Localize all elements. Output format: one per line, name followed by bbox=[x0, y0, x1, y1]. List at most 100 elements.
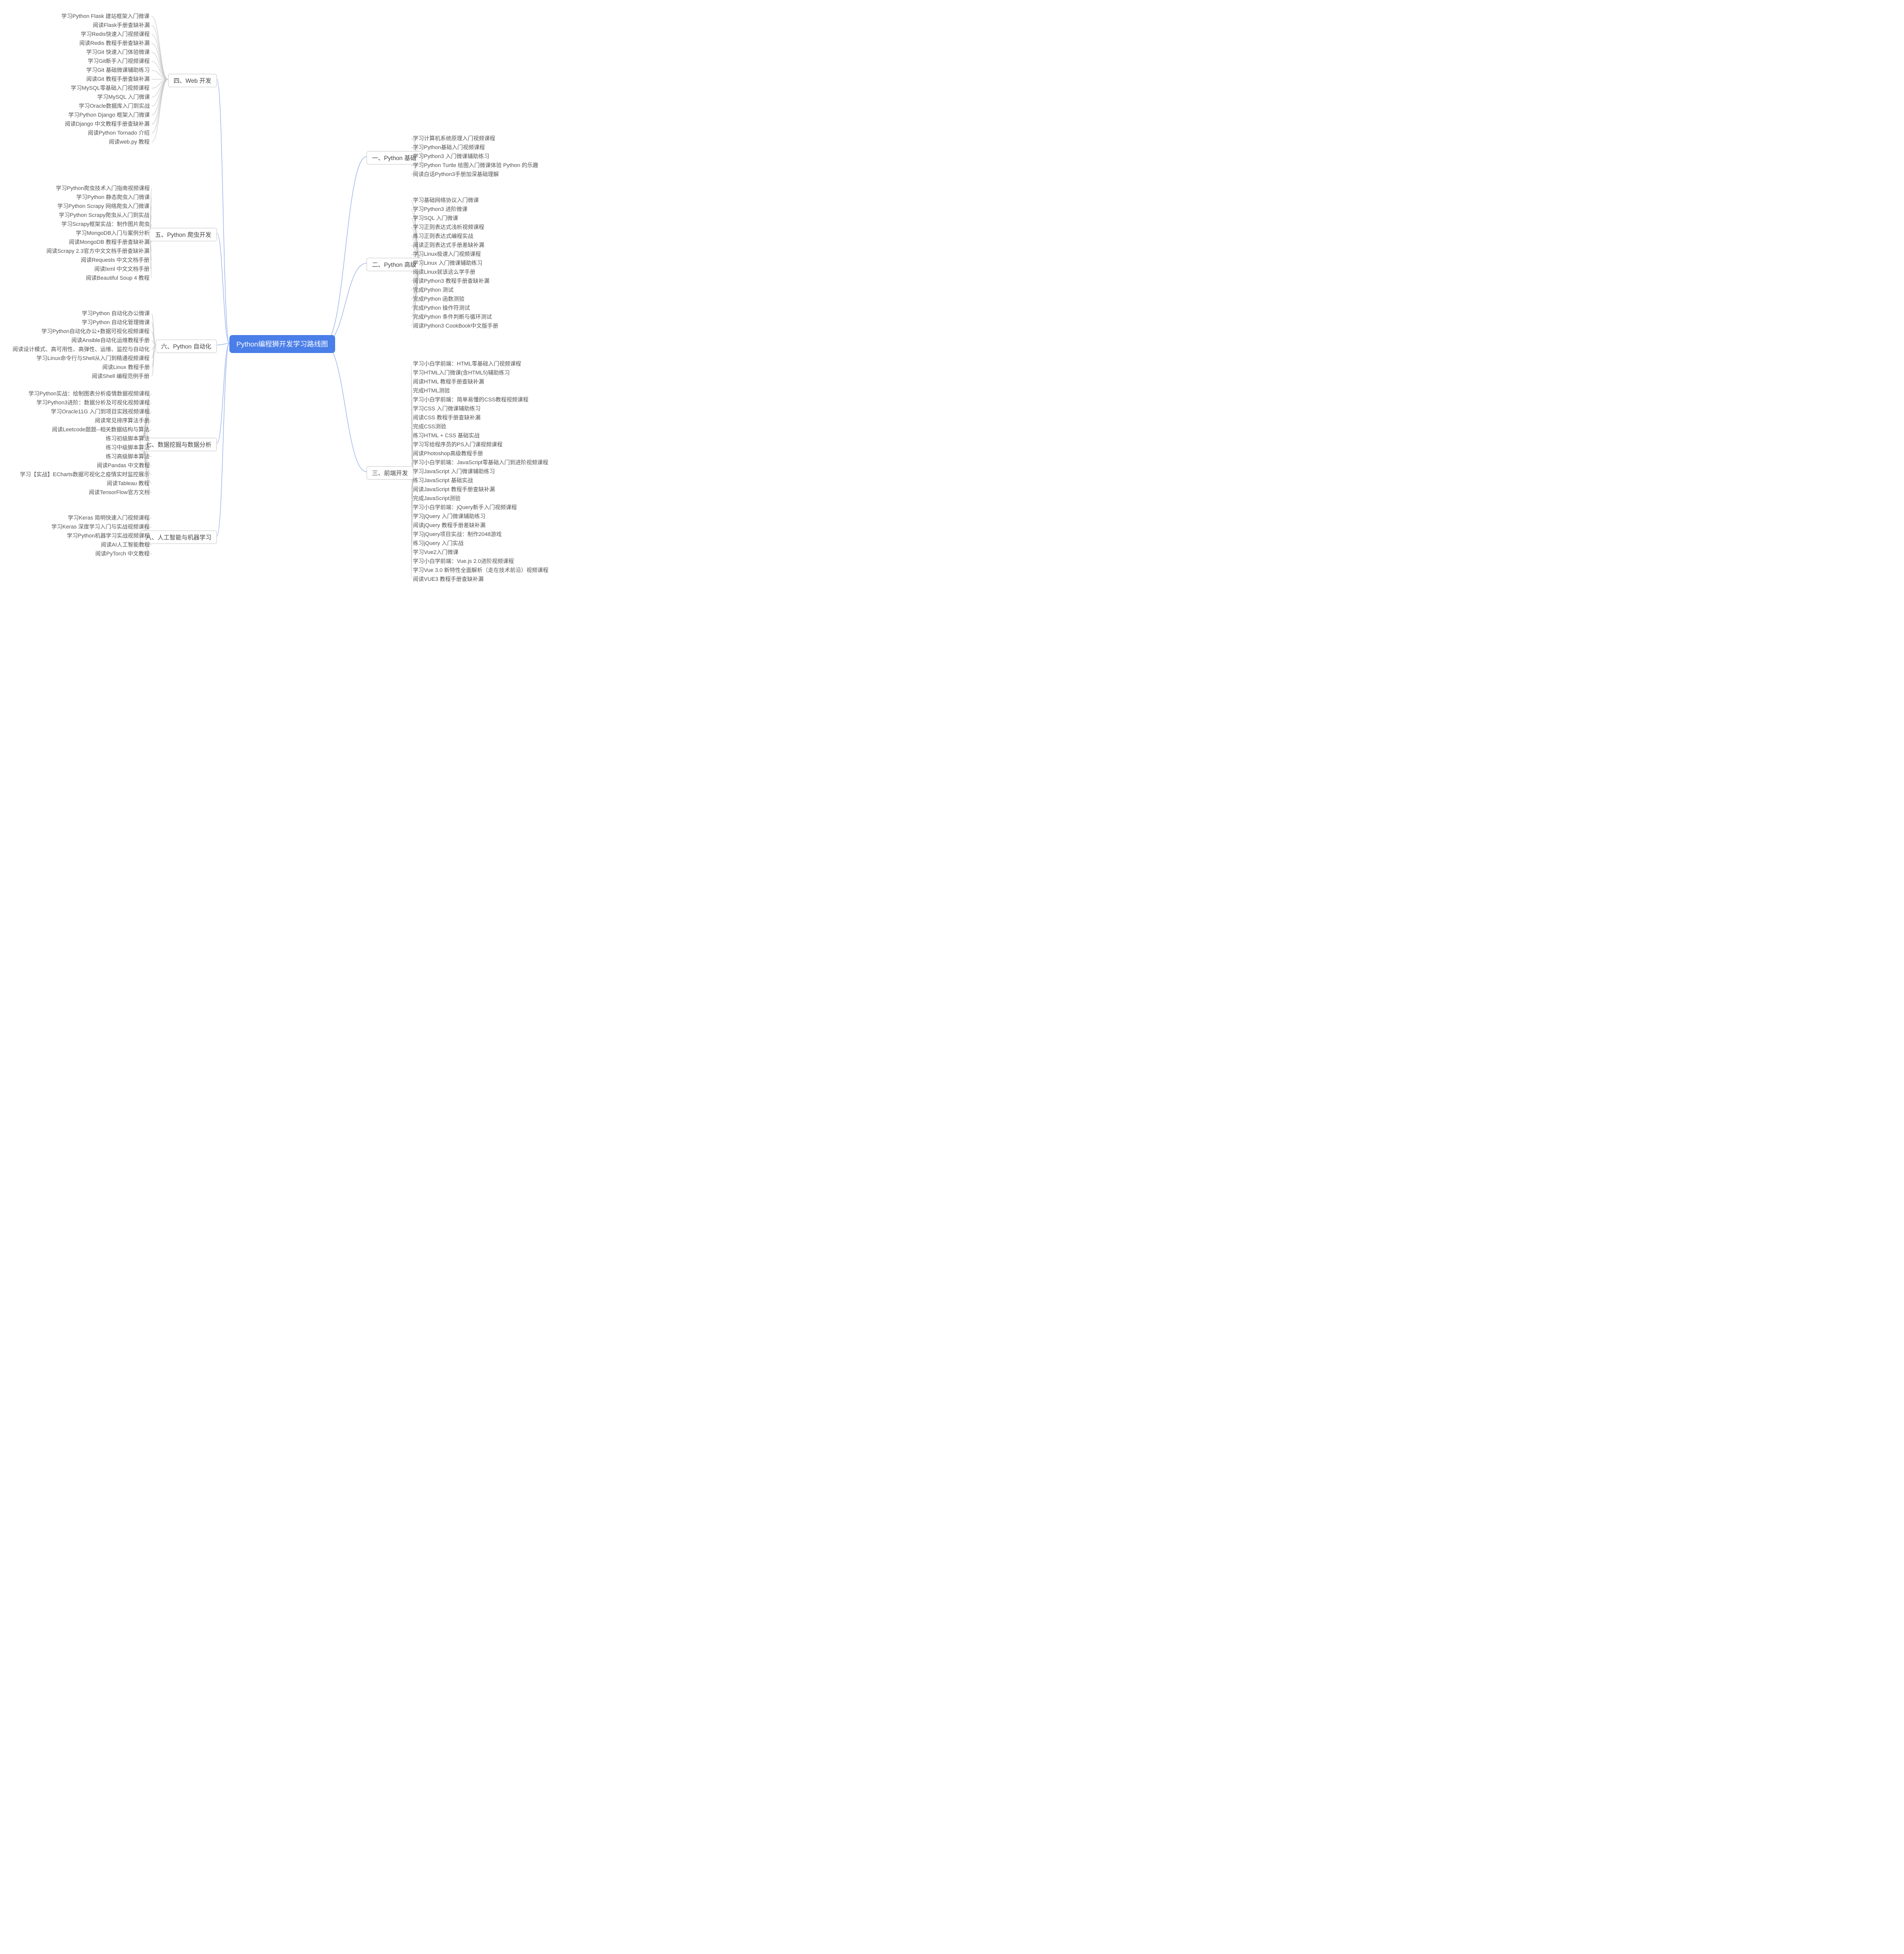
leaf-node[interactable]: 学习Python自动化办公+数据可视化视频课程 bbox=[41, 328, 150, 335]
leaf-node[interactable]: 阅读白话Python3手册加深基础理解 bbox=[413, 171, 499, 178]
leaf-node[interactable]: 阅读Redis 教程手册查缺补漏 bbox=[79, 40, 150, 47]
leaf-node[interactable]: 阅读Scrapy 2.3官方中文文档手册查缺补漏 bbox=[46, 248, 150, 255]
leaf-node[interactable]: 阅读MongoDB 教程手册查缺补漏 bbox=[69, 239, 150, 246]
leaf-node[interactable]: 阅读VUE3 教程手册查缺补漏 bbox=[413, 576, 484, 583]
leaf-node[interactable]: 阅读Leetcode题题--相关数据结构与算法 bbox=[52, 426, 150, 433]
leaf-node[interactable]: 学习Redis快速入门视频课程 bbox=[81, 31, 150, 38]
leaf-node[interactable]: 学习Keras 深度学习入门与实战视频课程 bbox=[51, 524, 150, 531]
leaf-node[interactable]: 学习MySQL零基础入门视频课程 bbox=[71, 85, 150, 92]
leaf-node[interactable]: 阅读Beautiful Soup 4 教程 bbox=[86, 275, 150, 282]
leaf-node[interactable]: 阅读Linux 教程手册 bbox=[102, 364, 150, 371]
leaf-node[interactable]: 学习小白学前端：HTML零基础入门视频课程 bbox=[413, 360, 521, 367]
leaf-node[interactable]: 完成HTML测验 bbox=[413, 387, 450, 394]
leaf-node[interactable]: 阅读Ansible自动化运维教程手册 bbox=[71, 337, 150, 344]
leaf-node[interactable]: 学习Keras 简明快速入门视频课程 bbox=[68, 515, 150, 522]
leaf-node[interactable]: 完成JavaScript测验 bbox=[413, 495, 460, 502]
leaf-node[interactable]: 学习Linux 入门微课辅助练习 bbox=[413, 260, 482, 267]
leaf-node[interactable]: 学习Linux命令行与Shell从入门到精通视频课程 bbox=[36, 355, 150, 362]
leaf-node[interactable]: 学习SQL 入门微课 bbox=[413, 215, 458, 222]
leaf-node[interactable]: 阅读web.py 教程 bbox=[109, 139, 150, 146]
leaf-node[interactable]: 学习Python3 入门微课辅助练习 bbox=[413, 153, 489, 160]
leaf-node[interactable]: 学习Python实战：绘制图表分析疫情数据视频课程 bbox=[28, 390, 150, 397]
leaf-node[interactable]: 学习Git 快速入门体验微课 bbox=[86, 49, 150, 56]
leaf-node[interactable]: 阅读HTML 教程手册查缺补漏 bbox=[413, 378, 484, 385]
leaf-node[interactable]: 学习Python 自动化办公微课 bbox=[82, 310, 150, 317]
leaf-node[interactable]: 阅读Photoshop高级教程手册 bbox=[413, 450, 483, 457]
leaf-node[interactable]: 练习初级脚本算法 bbox=[106, 435, 150, 442]
leaf-node[interactable]: 阅读lxml 中文文档手册 bbox=[94, 266, 150, 273]
leaf-node[interactable]: 阅读JavaScript 教程手册查缺补漏 bbox=[413, 486, 495, 493]
leaf-node[interactable]: 学习Vue2入门微课 bbox=[413, 549, 458, 556]
leaf-node[interactable]: 阅读Linux就该这么学手册 bbox=[413, 269, 475, 276]
leaf-node[interactable]: 练习jQuery 入门实战 bbox=[413, 540, 463, 547]
branch-l7[interactable]: 七、数据挖掘与数据分析 bbox=[140, 438, 217, 451]
leaf-node[interactable]: 学习【实战】ECharts数据可视化之疫情实时监控展示 bbox=[20, 471, 150, 478]
leaf-node[interactable]: 练习JavaScript 基础实战 bbox=[413, 477, 473, 484]
leaf-node[interactable]: 学习JavaScript 入门微课辅助练习 bbox=[413, 468, 495, 475]
leaf-node[interactable]: 学习正则表达式浅析视频课程 bbox=[413, 224, 484, 231]
leaf-node[interactable]: 学习MongoDB入门与案例分析 bbox=[76, 230, 150, 237]
leaf-node[interactable]: 完成Python 测试 bbox=[413, 287, 453, 294]
leaf-node[interactable]: 学习MySQL 入门微课 bbox=[97, 94, 150, 101]
leaf-node[interactable]: 学习CSS 入门微课辅助练习 bbox=[413, 405, 481, 412]
leaf-node[interactable]: 阅读Requests 中文文档手册 bbox=[81, 257, 150, 264]
leaf-node[interactable]: 练习HTML + CSS 基础实战 bbox=[413, 432, 480, 439]
leaf-node[interactable]: 学习jQuery 入门微课辅助练习 bbox=[413, 513, 485, 520]
leaf-node[interactable]: 学习Python基础入门视频课程 bbox=[413, 144, 485, 151]
leaf-node[interactable]: 阅读AI人工智能教程 bbox=[101, 541, 150, 548]
leaf-node[interactable]: 阅读jQuery 教程手册差缺补漏 bbox=[413, 522, 485, 529]
leaf-node[interactable]: 阅读Flask手册查缺补漏 bbox=[93, 22, 150, 29]
leaf-node[interactable]: 学习小白学前端：jQuery新手入门视频课程 bbox=[413, 504, 517, 511]
leaf-node[interactable]: 阅读PyTorch 中文教程 bbox=[95, 550, 150, 557]
leaf-node[interactable]: 学习Oracle11G 入门到项目实践视频课程 bbox=[51, 408, 150, 415]
leaf-node[interactable]: 阅读设计模式、高可用性、高弹性、运维、监控与自动化 bbox=[12, 346, 150, 353]
leaf-node[interactable]: 学习Vue 3.0 新特性全面解析（走在技术前沿）视频课程 bbox=[413, 567, 549, 574]
leaf-node[interactable]: 阅读Shell 编程范例手册 bbox=[92, 373, 150, 380]
leaf-node[interactable]: 练习高级脚本算法 bbox=[106, 453, 150, 460]
leaf-node[interactable]: 阅读Pandas 中文教程 bbox=[97, 462, 150, 469]
leaf-node[interactable]: 阅读正则表达式手册差缺补漏 bbox=[413, 242, 484, 249]
leaf-node[interactable]: 练习正则表达式编程实战 bbox=[413, 233, 473, 240]
leaf-node[interactable]: 学习Python 静态爬虫入门微课 bbox=[76, 194, 150, 201]
leaf-node[interactable]: 学习Scrapy框架实战：制作图片爬虫 bbox=[61, 221, 150, 228]
leaf-node[interactable]: 完成CSS测验 bbox=[413, 423, 446, 430]
leaf-node[interactable]: 阅读Git 教程手册查缺补漏 bbox=[86, 76, 150, 83]
leaf-node[interactable]: 学习Git 基础微课辅助练习 bbox=[86, 67, 150, 74]
leaf-node[interactable]: 学习Git新手入门视频课程 bbox=[88, 58, 150, 65]
branch-l5[interactable]: 五、Python 爬虫开发 bbox=[150, 228, 217, 241]
leaf-node[interactable]: 阅读CSS 教程手册查缺补漏 bbox=[413, 414, 481, 421]
root-node[interactable]: Python编程狮开发学习路线图 bbox=[229, 335, 335, 353]
leaf-node[interactable]: 学习小白学前端：简单易懂的CSS教程视频课程 bbox=[413, 396, 529, 403]
leaf-node[interactable]: 学习Python爬虫技术入门指南视频课程 bbox=[56, 185, 150, 192]
leaf-node[interactable]: 学习小白学前端：Vue.js 2.0进阶视频课程 bbox=[413, 558, 514, 565]
leaf-node[interactable]: 阅读Python Tornado 介绍 bbox=[88, 130, 150, 137]
leaf-node[interactable]: 阅读Tableau 教程 bbox=[107, 480, 150, 487]
leaf-node[interactable]: 完成Python 操作符测试 bbox=[413, 305, 470, 312]
leaf-node[interactable]: 学习小白学前端：JavaScript零基础入门到进阶视频课程 bbox=[413, 459, 548, 466]
leaf-node[interactable]: 学习Python Scrapy 网络爬虫入门微课 bbox=[57, 203, 150, 210]
leaf-node[interactable]: 学习Python机器学习实战视频课程 bbox=[67, 533, 150, 539]
leaf-node[interactable]: 学习Oracle数据库入门到实战 bbox=[79, 103, 150, 110]
branch-r3[interactable]: 三、前端开发 bbox=[367, 466, 413, 480]
branch-l6[interactable]: 六、Python 自动化 bbox=[156, 340, 217, 353]
leaf-node[interactable]: 学习Python Flask 建站框架入门微课 bbox=[61, 13, 150, 20]
leaf-node[interactable]: 阅读Python3 CookBook中文版手册 bbox=[413, 323, 498, 330]
leaf-node[interactable]: 学习jQuery项目实战：制作2048游戏 bbox=[413, 531, 502, 538]
leaf-node[interactable]: 阅读TensorFlow官方文档 bbox=[89, 489, 150, 496]
leaf-node[interactable]: 学习计算机系统原理入门视频课程 bbox=[413, 135, 495, 142]
leaf-node[interactable]: 学习HTML入门微课(含HTML5)辅助练习 bbox=[413, 369, 510, 376]
leaf-node[interactable]: 练习中级脚本算法 bbox=[106, 444, 150, 451]
branch-l4[interactable]: 四、Web 开发 bbox=[168, 74, 217, 87]
leaf-node[interactable]: 学习写给程序员的PS入门课视频课程 bbox=[413, 441, 503, 448]
leaf-node[interactable]: 学习Python3进阶：数据分析及可视化视频课程 bbox=[36, 399, 150, 406]
leaf-node[interactable]: 阅读常见排序算法手册 bbox=[95, 417, 150, 424]
leaf-node[interactable]: 阅读Django 中文教程手册查缺补漏 bbox=[65, 121, 150, 128]
leaf-node[interactable]: 学习Python Scrapy爬虫从入门到实战 bbox=[59, 212, 150, 219]
leaf-node[interactable]: 学习Python Django 框架入门微课 bbox=[68, 112, 150, 119]
leaf-node[interactable]: 学习基础网络协议入门微课 bbox=[413, 197, 479, 204]
branch-l8[interactable]: 八、人工智能与机器学习 bbox=[140, 531, 217, 544]
leaf-node[interactable]: 学习Linux极速入门视频课程 bbox=[413, 251, 481, 258]
leaf-node[interactable]: 阅读Python3 教程手册查缺补漏 bbox=[413, 278, 489, 285]
leaf-node[interactable]: 学习Python3 进阶微课 bbox=[413, 206, 467, 213]
leaf-node[interactable]: 完成Python 函数测验 bbox=[413, 296, 464, 303]
